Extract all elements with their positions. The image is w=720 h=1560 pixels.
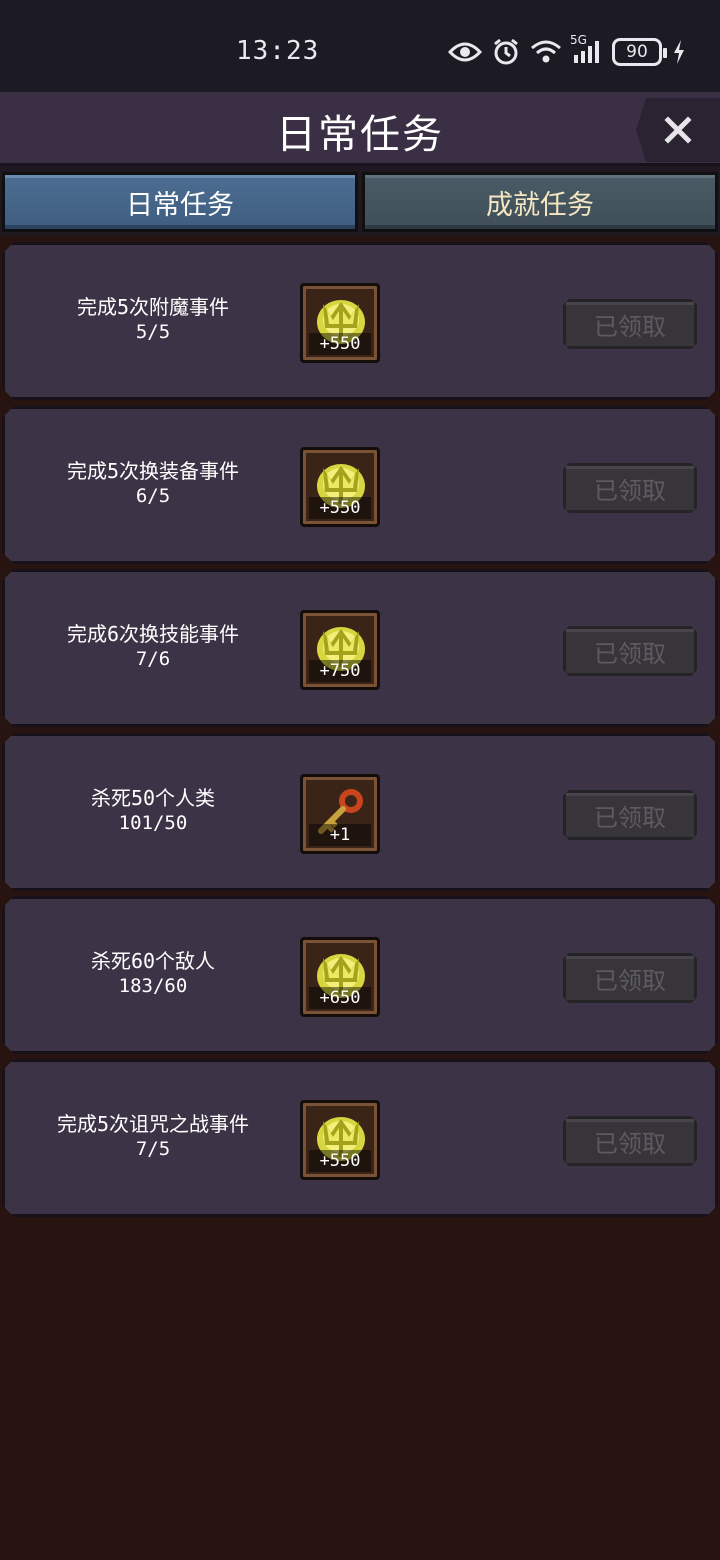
reward-amount: +550: [309, 497, 371, 519]
page-title: 日常任务: [276, 112, 444, 158]
tab-daily-tasks[interactable]: 日常任务: [2, 172, 358, 232]
task-title: 完成6次换技能事件: [66, 622, 240, 646]
status-time: 13:23: [236, 36, 320, 66]
claimed-button[interactable]: 已领取: [563, 299, 697, 349]
reward-slot: +550: [300, 1100, 380, 1180]
eye-icon: [448, 40, 482, 64]
signal-icon: 5G: [570, 33, 602, 65]
claimed-button[interactable]: 已领取: [563, 626, 697, 676]
task-progress: 6/5: [135, 485, 171, 507]
status-bar: 13:23 5G 90: [0, 0, 720, 92]
task-title: 完成5次附魔事件: [76, 295, 230, 319]
network-label: 5G: [570, 33, 587, 47]
task-title: 杀死50个人类: [90, 786, 216, 810]
reward-slot: +550: [300, 447, 380, 527]
task-progress: 7/6: [135, 648, 171, 670]
reward-amount: +550: [309, 1150, 371, 1172]
list-item: 完成6次换技能事件 7/6 +750 已领取: [2, 569, 718, 727]
task-progress: 5/5: [135, 321, 171, 343]
reward-slot: +650: [300, 937, 380, 1017]
task-title: 完成5次换装备事件: [66, 459, 240, 483]
claimed-button[interactable]: 已领取: [563, 463, 697, 513]
status-icons: 5G 90: [448, 33, 686, 68]
battery-level: 90: [626, 42, 648, 62]
task-progress: 183/60: [118, 975, 188, 997]
close-button[interactable]: [636, 98, 720, 162]
close-icon: [664, 116, 692, 144]
reward-slot: +550: [300, 283, 380, 363]
task-title: 完成5次诅咒之战事件: [56, 1112, 250, 1136]
reward-slot: +1: [300, 774, 380, 854]
claimed-button[interactable]: 已领取: [563, 953, 697, 1003]
list-item: 完成5次附魔事件 5/5 +550 已领取: [2, 242, 718, 400]
reward-slot: +750: [300, 610, 380, 690]
list-item: 杀死60个敌人 183/60 +650 已领取: [2, 896, 718, 1054]
tab-bar: 日常任务 成就任务: [0, 166, 720, 236]
task-title: 杀死60个敌人: [90, 949, 216, 973]
list-item: 杀死50个人类 101/50 +1 已领取: [2, 733, 718, 891]
reward-amount: +1: [309, 824, 371, 846]
alarm-icon: [492, 38, 520, 66]
reward-amount: +650: [309, 987, 371, 1009]
reward-amount: +550: [309, 333, 371, 355]
wifi-icon: [530, 39, 562, 65]
claimed-button[interactable]: 已领取: [563, 1116, 697, 1166]
list-item: 完成5次诅咒之战事件 7/5 +550 已领取: [2, 1059, 718, 1217]
reward-amount: +750: [309, 660, 371, 682]
charging-icon: [672, 39, 686, 65]
tab-achievement-tasks[interactable]: 成就任务: [362, 172, 718, 232]
header: 日常任务: [0, 92, 720, 166]
claimed-button[interactable]: 已领取: [563, 790, 697, 840]
list-item: 完成5次换装备事件 6/5 +550 已领取: [2, 406, 718, 564]
task-progress: 7/5: [135, 1138, 171, 1160]
task-progress: 101/50: [118, 812, 188, 834]
battery-icon: 90: [612, 38, 667, 66]
